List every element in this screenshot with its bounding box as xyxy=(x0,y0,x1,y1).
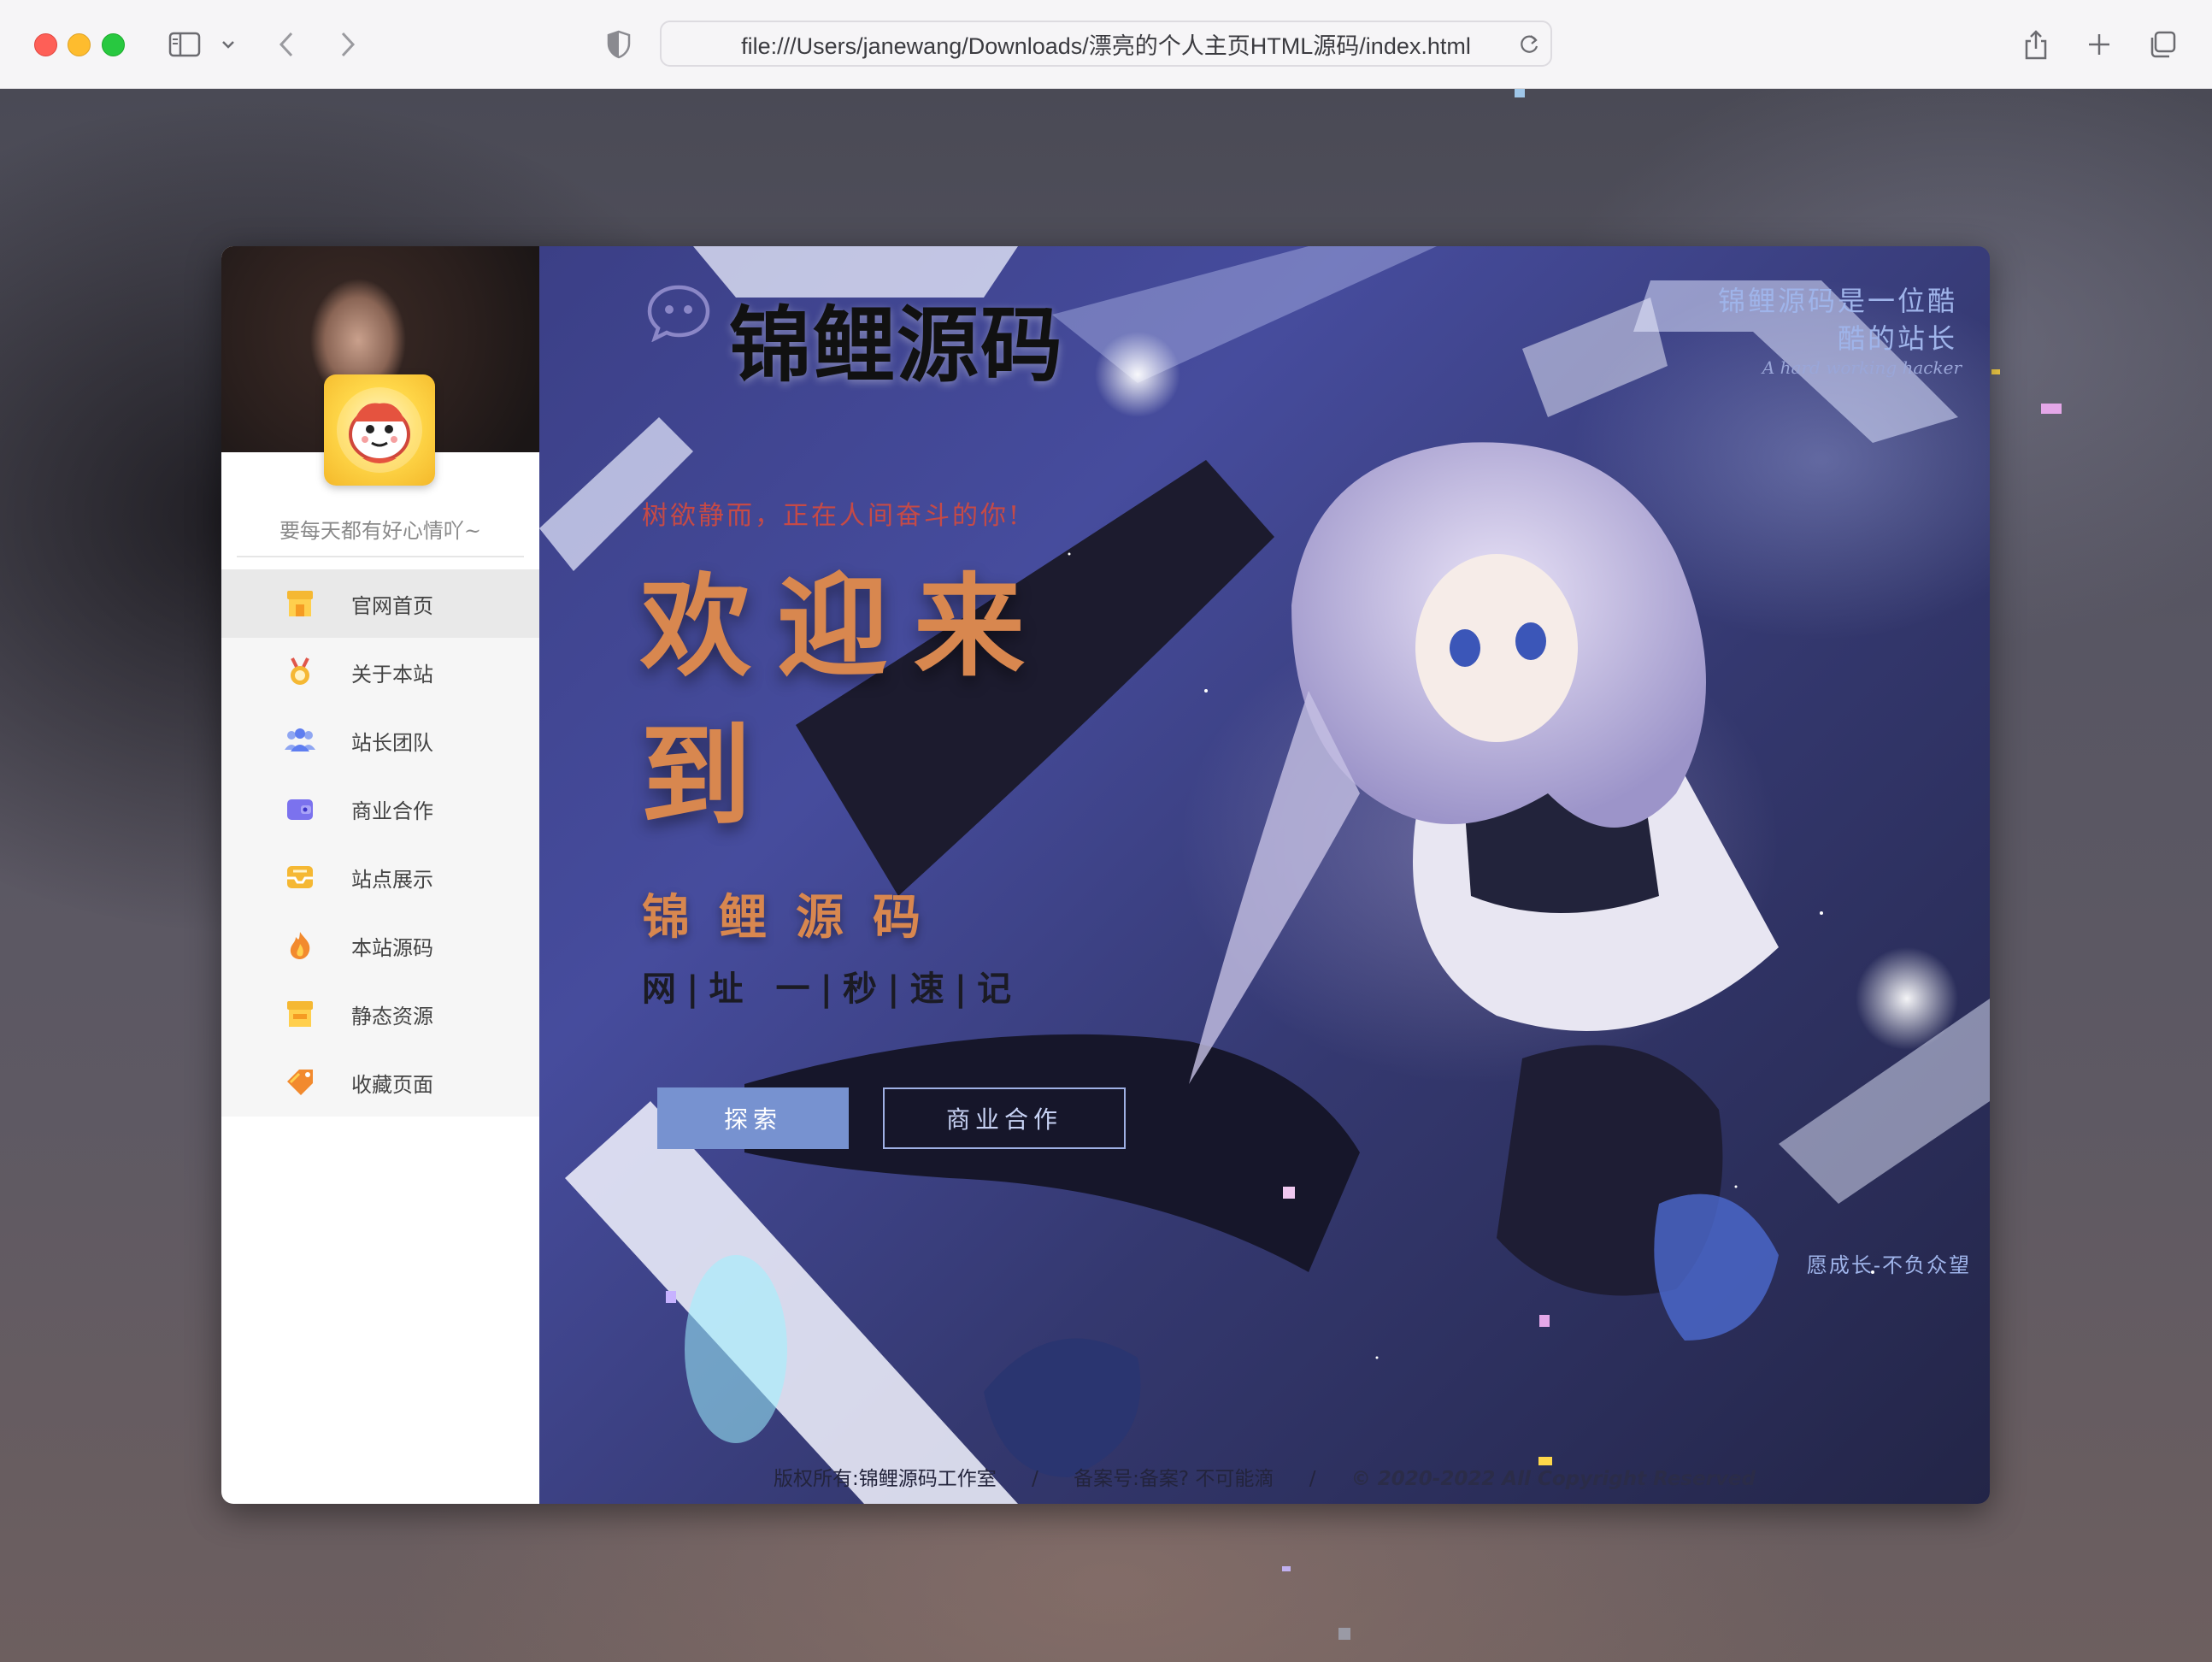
sidebar-item-label: 官网首页 xyxy=(351,593,433,618)
footer-copyright: © 2020-2022 All Copyright Reserved xyxy=(1350,1468,1756,1490)
sidebar-item-static[interactable]: 静态资源 xyxy=(221,980,539,1048)
tab-overview-icon[interactable] xyxy=(2145,26,2180,63)
sidebar: 要每天都有好心情吖~ 官网首页 关于本站 站长团队 商业合作 站点展示 本站源码… xyxy=(221,246,539,1504)
footer-separator: / xyxy=(1309,1468,1316,1490)
inbox-icon xyxy=(279,857,321,898)
back-icon[interactable] xyxy=(274,26,299,63)
sidebar-item-about[interactable]: 关于本站 xyxy=(221,638,539,706)
page-background: 要每天都有好心情吖~ 官网首页 关于本站 站长团队 商业合作 站点展示 本站源码… xyxy=(0,89,2212,1662)
footer-owner: 版权所有:锦鲤源码工作室 xyxy=(774,1468,997,1490)
wallet-icon xyxy=(279,788,321,829)
sidebar-item-team[interactable]: 站长团队 xyxy=(221,706,539,775)
address-bar-url: file:///Users/janewang/Downloads/漂亮的个人主页… xyxy=(741,32,1471,59)
reload-icon[interactable] xyxy=(1518,32,1540,60)
confetti-piece xyxy=(1338,1628,1350,1640)
business-cooperation-button[interactable]: 商业合作 xyxy=(883,1087,1126,1149)
share-icon[interactable] xyxy=(2019,26,2053,63)
confetti-piece xyxy=(1282,1566,1291,1571)
welcome-heading: 欢迎来到 xyxy=(640,562,1051,841)
motto-text: 愿成长-不负众望 xyxy=(1806,1253,1971,1277)
close-window-button[interactable] xyxy=(34,33,57,56)
sidebar-item-business[interactable]: 商业合作 xyxy=(221,775,539,843)
main-card: 要每天都有好心情吖~ 官网首页 关于本站 站长团队 商业合作 站点展示 本站源码… xyxy=(221,246,1990,1504)
footer-separator: / xyxy=(1032,1468,1038,1490)
sidebar-menu: 官网首页 关于本站 站长团队 商业合作 站点展示 本站源码 静态资源 收藏页面 xyxy=(221,569,539,1117)
sidebar-item-favorites[interactable]: 收藏页面 xyxy=(221,1048,539,1117)
explore-button[interactable]: 探索 xyxy=(657,1087,849,1149)
footer-icp[interactable]: 备案号:备案? 不可能滴 xyxy=(1074,1468,1274,1490)
url-memo-text: 网|址 一|秒|速|记 xyxy=(642,969,1022,1009)
address-bar[interactable]: file:///Users/janewang/Downloads/漂亮的个人主页… xyxy=(660,21,1552,67)
sidebar-divider xyxy=(237,556,524,557)
site-logo[interactable] xyxy=(324,374,435,486)
sidebar-item-label: 收藏页面 xyxy=(351,1072,433,1097)
tag-icon xyxy=(279,1062,321,1103)
sidebar-item-home[interactable]: 官网首页 xyxy=(221,569,539,638)
sidebar-toggle-icon[interactable] xyxy=(166,26,203,63)
confetti-piece xyxy=(2041,404,2062,414)
browser-toolbar: file:///Users/janewang/Downloads/漂亮的个人主页… xyxy=(0,0,2212,89)
minimize-window-button[interactable] xyxy=(68,33,91,56)
confetti-piece xyxy=(1991,369,2000,374)
forward-icon[interactable] xyxy=(335,26,361,63)
confetti-piece xyxy=(1515,89,1525,97)
hero-tagline: 树欲静而，正在人间奋斗的你! xyxy=(642,501,1022,531)
wechat-icon[interactable] xyxy=(646,284,711,345)
sidebar-item-label: 商业合作 xyxy=(351,799,433,823)
sidebar-item-label: 站长团队 xyxy=(351,730,433,755)
store-icon xyxy=(279,993,321,1034)
fire-icon xyxy=(279,925,321,966)
brand-title: 锦鲤源码 xyxy=(729,298,1064,393)
medal-icon xyxy=(279,651,321,692)
shop-icon xyxy=(279,583,321,624)
sidebar-slogan: 要每天都有好心情吖~ xyxy=(279,519,482,543)
sidebar-item-label: 本站源码 xyxy=(351,935,433,960)
chevron-down-icon[interactable] xyxy=(217,26,239,63)
zoom-window-button[interactable] xyxy=(102,33,125,56)
sidebar-item-label: 站点展示 xyxy=(351,867,433,892)
author-quote-line: 酷的站长 xyxy=(1837,322,1957,355)
hero-artwork xyxy=(539,246,1990,1504)
author-quote-line: 锦鲤源码是一位酷 xyxy=(1717,285,1957,317)
sidebar-item-showcase[interactable]: 站点展示 xyxy=(221,843,539,911)
sidebar-item-source[interactable]: 本站源码 xyxy=(221,911,539,980)
hero-banner: 锦鲤源码 锦鲤源码是一位酷 酷的站长 A hard working hacker… xyxy=(539,246,1990,1504)
author-quote: 锦鲤源码是一位酷 酷的站长 xyxy=(1718,282,1957,357)
privacy-shield-icon[interactable] xyxy=(603,26,634,63)
sub-brand-heading: 锦鲤源码 xyxy=(642,890,950,946)
sidebar-item-label: 关于本站 xyxy=(351,662,433,687)
team-icon xyxy=(279,720,321,761)
new-tab-icon[interactable] xyxy=(2082,26,2116,63)
sidebar-item-label: 静态资源 xyxy=(351,1004,433,1028)
author-quote-english: A hard working hacker xyxy=(1762,357,1962,378)
footer: 版权所有:锦鲤源码工作室 / 备案号:备案? 不可能滴 / © 2020-202… xyxy=(539,1462,1990,1491)
